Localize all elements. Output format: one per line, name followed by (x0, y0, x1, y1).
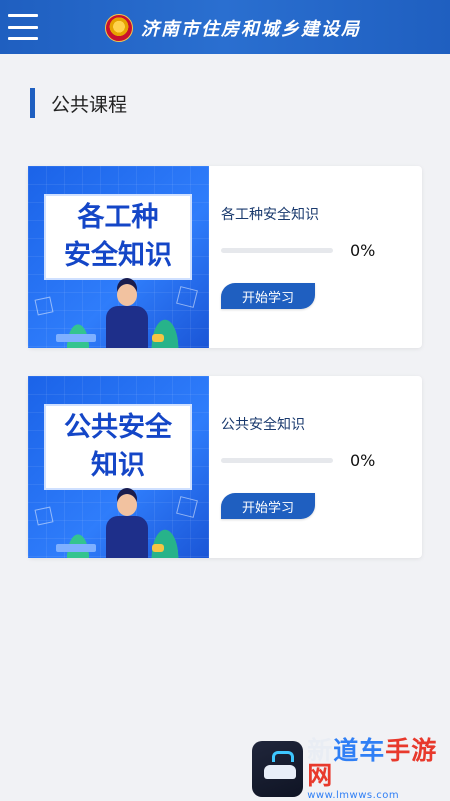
menu-line (8, 14, 38, 17)
banner-line: 安全知识 (64, 240, 172, 271)
person-illustration (106, 306, 148, 348)
course-thumbnail[interactable]: 公共安全 知识 (28, 376, 209, 558)
start-learning-button[interactable]: 开始学习 (221, 493, 315, 519)
watermark-brand-part: 道车 (333, 735, 386, 765)
watermark-text: 新道车手游网 www.lmwws.com (307, 738, 450, 801)
progress-bar (221, 248, 333, 253)
course-title[interactable]: 各工种安全知识 (221, 204, 319, 224)
person-head-illustration (117, 284, 137, 306)
national-emblem-icon (105, 14, 133, 42)
plant-illustration (148, 312, 182, 348)
header-brand: 济南市住房和城乡建设局 (105, 12, 361, 44)
thumbnail-banner: 各工种 安全知识 (44, 194, 192, 280)
plant-illustration (64, 318, 92, 348)
banner-line: 各工种 (77, 202, 159, 233)
course-card[interactable]: 各工种 安全知识 各工种安全知识 0% 开始学习 (28, 166, 422, 348)
section-heading: 公共课程 (30, 88, 127, 118)
progress-bar (221, 458, 333, 463)
laptop-illustration (56, 544, 96, 552)
banner-line: 公共安全 (64, 412, 172, 443)
course-card[interactable]: 公共安全 知识 公共安全知识 0% 开始学习 (28, 376, 422, 558)
menu-icon[interactable] (8, 14, 38, 40)
document-icon (34, 506, 54, 526)
banner-line: 知识 (91, 450, 145, 481)
car-logo-icon (252, 741, 304, 797)
watermark-brand: 新道车手游网 (307, 738, 450, 788)
menu-line (8, 37, 38, 40)
site-watermark: 新道车手游网 www.lmwws.com (252, 738, 450, 801)
document-icon (34, 296, 54, 316)
coin-illustration (152, 544, 164, 552)
plant-illustration (64, 528, 92, 558)
watermark-url: www.lmwws.com (307, 789, 400, 801)
menu-line (8, 25, 38, 29)
start-learning-button[interactable]: 开始学习 (221, 283, 315, 309)
header-title: 济南市住房和城乡建设局 (141, 19, 361, 40)
coin-illustration (152, 334, 164, 342)
section-accent-bar (30, 88, 35, 118)
course-title[interactable]: 公共安全知识 (221, 414, 305, 434)
laptop-illustration (56, 334, 96, 342)
thumbnail-banner: 公共安全 知识 (44, 404, 192, 490)
progress-percent: 0% (350, 241, 376, 260)
app-header: 济南市住房和城乡建设局 (0, 0, 450, 54)
course-thumbnail[interactable]: 各工种 安全知识 (28, 166, 209, 348)
person-head-illustration (117, 494, 137, 516)
plant-illustration (148, 522, 182, 558)
section-title: 公共课程 (51, 93, 128, 116)
progress-percent: 0% (350, 451, 376, 470)
person-illustration (106, 516, 148, 558)
